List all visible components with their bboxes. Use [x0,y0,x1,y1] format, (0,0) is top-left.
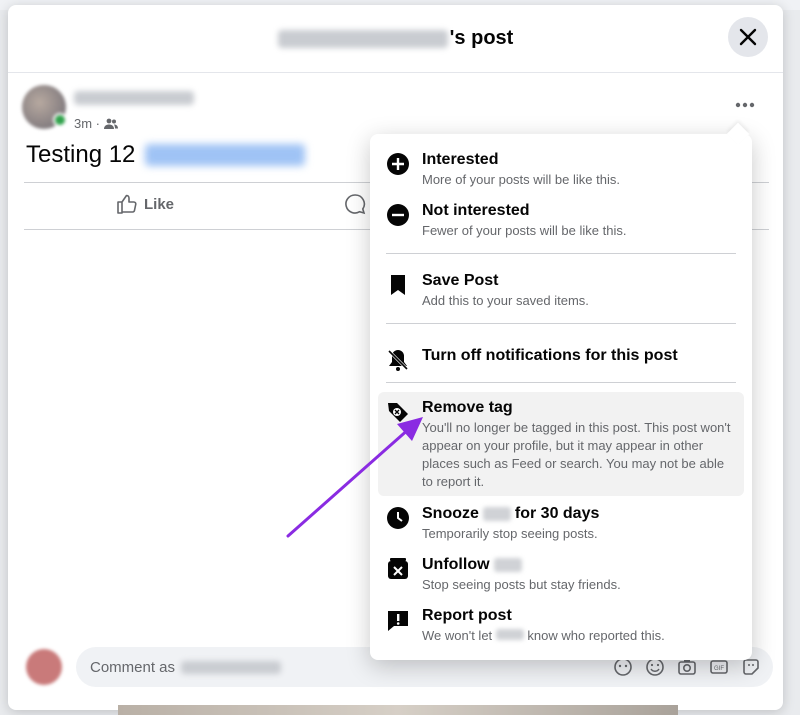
tag-remove-icon [388,403,408,422]
menu-item-title: Remove tag [422,399,513,416]
menu-item-title: Snooze for 30 days [422,504,599,524]
avatar[interactable] [26,649,62,685]
menu-item-title: Interested [422,151,499,168]
post-text-content: Testing 12 [26,141,136,168]
menu-item-desc: You'll no longer be tagged in this post.… [422,420,731,489]
menu-item-desc: More of your posts will be like this. [422,172,620,187]
menu-item-not-interested[interactable]: Not interested Fewer of your posts will b… [378,195,744,246]
report-desc-pre: We won't let [422,628,493,643]
menu-divider [386,253,736,254]
modal-header: 's post [8,5,783,73]
menu-item-save-post[interactable]: Save Post Add this to your saved items. [378,265,744,316]
like-label: Like [144,195,175,213]
menu-item-desc: Add this to your saved items. [422,293,589,308]
report-desc-post: know who reported this. [527,628,665,643]
camera-icon[interactable] [677,657,697,677]
menu-item-title: Not interested [422,202,530,219]
menu-item-snooze[interactable]: Snooze for 30 days Temporarily stop seeing… [378,498,744,549]
friends-audience-icon [104,118,118,129]
report-icon [388,611,408,631]
menu-item-title: Unfollow [422,555,621,575]
comment-tools: GIF [613,657,761,677]
thumbs-up-icon [117,194,137,214]
redacted-name [277,29,448,48]
emoji-icon[interactable] [645,657,665,677]
menu-item-desc: Temporarily stop seeing posts. [422,526,598,541]
post-meta: 3m · [74,116,194,131]
close-button[interactable] [728,17,768,57]
menu-item-report-post[interactable]: Report post We won't let know who reporte… [378,600,744,651]
modal-title: 's post [277,27,514,50]
redacted-name [495,629,524,640]
like-button[interactable]: Like [116,193,174,215]
redacted-author-name[interactable] [74,91,194,105]
menu-item-turn-off-notifications[interactable]: Turn off notifications for this post [378,340,744,378]
tagged-user-link[interactable] [145,144,306,166]
menu-item-desc: Stop seeing posts but stay friends. [422,577,621,592]
avatar-sticker-icon[interactable] [613,657,633,677]
clock-icon [387,507,409,529]
menu-divider [386,323,736,324]
comment-button[interactable] [344,193,366,215]
sticker-icon[interactable] [741,657,761,677]
gif-icon[interactable]: GIF [709,657,729,677]
post-text: Testing 12 [26,141,306,169]
bookmark-icon [391,275,405,295]
close-icon [739,28,757,46]
svg-text:GIF: GIF [714,666,724,672]
comment-placeholder: Comment as [90,658,282,676]
avatar[interactable] [22,85,67,129]
redacted-name [181,660,282,674]
unfollow-box-icon [388,558,408,579]
plus-circle-icon [387,153,409,175]
more-options-button[interactable] [727,93,763,117]
menu-item-title: Report post [422,607,512,624]
menu-item-interested[interactable]: Interested More of your posts will be lik… [378,144,744,195]
menu-item-unfollow[interactable]: Unfollow Stop seeing posts but stay frien… [378,549,744,600]
more-dots-icon [735,102,755,108]
bell-off-icon [387,349,409,371]
menu-item-desc: Fewer of your posts will be like this. [422,223,627,238]
menu-item-title: Turn off notifications for this post [422,347,678,364]
snooze-title-post: for 30 days [514,505,600,522]
menu-divider [386,382,736,383]
post-header: 3m · [22,85,194,131]
minus-circle-icon [387,204,409,226]
menu-item-desc: We won't let know who reported this. [422,627,665,645]
online-indicator [53,113,67,127]
post-photo-preview [118,705,678,715]
redacted-name [493,558,522,572]
comment-placeholder-text: Comment as [90,658,176,676]
menu-item-remove-tag[interactable]: Remove tag You'll no longer be tagged in … [378,392,744,496]
menu-item-title: Save Post [422,272,499,289]
post-options-menu: Interested More of your posts will be lik… [370,122,752,660]
modal-title-suffix: 's post [449,27,514,49]
unfollow-title: Unfollow [422,556,490,573]
post-time[interactable]: 3m · [74,116,100,131]
comment-bubble-icon [345,194,366,215]
snooze-title-pre: Snooze [422,505,479,522]
redacted-name [482,507,511,521]
